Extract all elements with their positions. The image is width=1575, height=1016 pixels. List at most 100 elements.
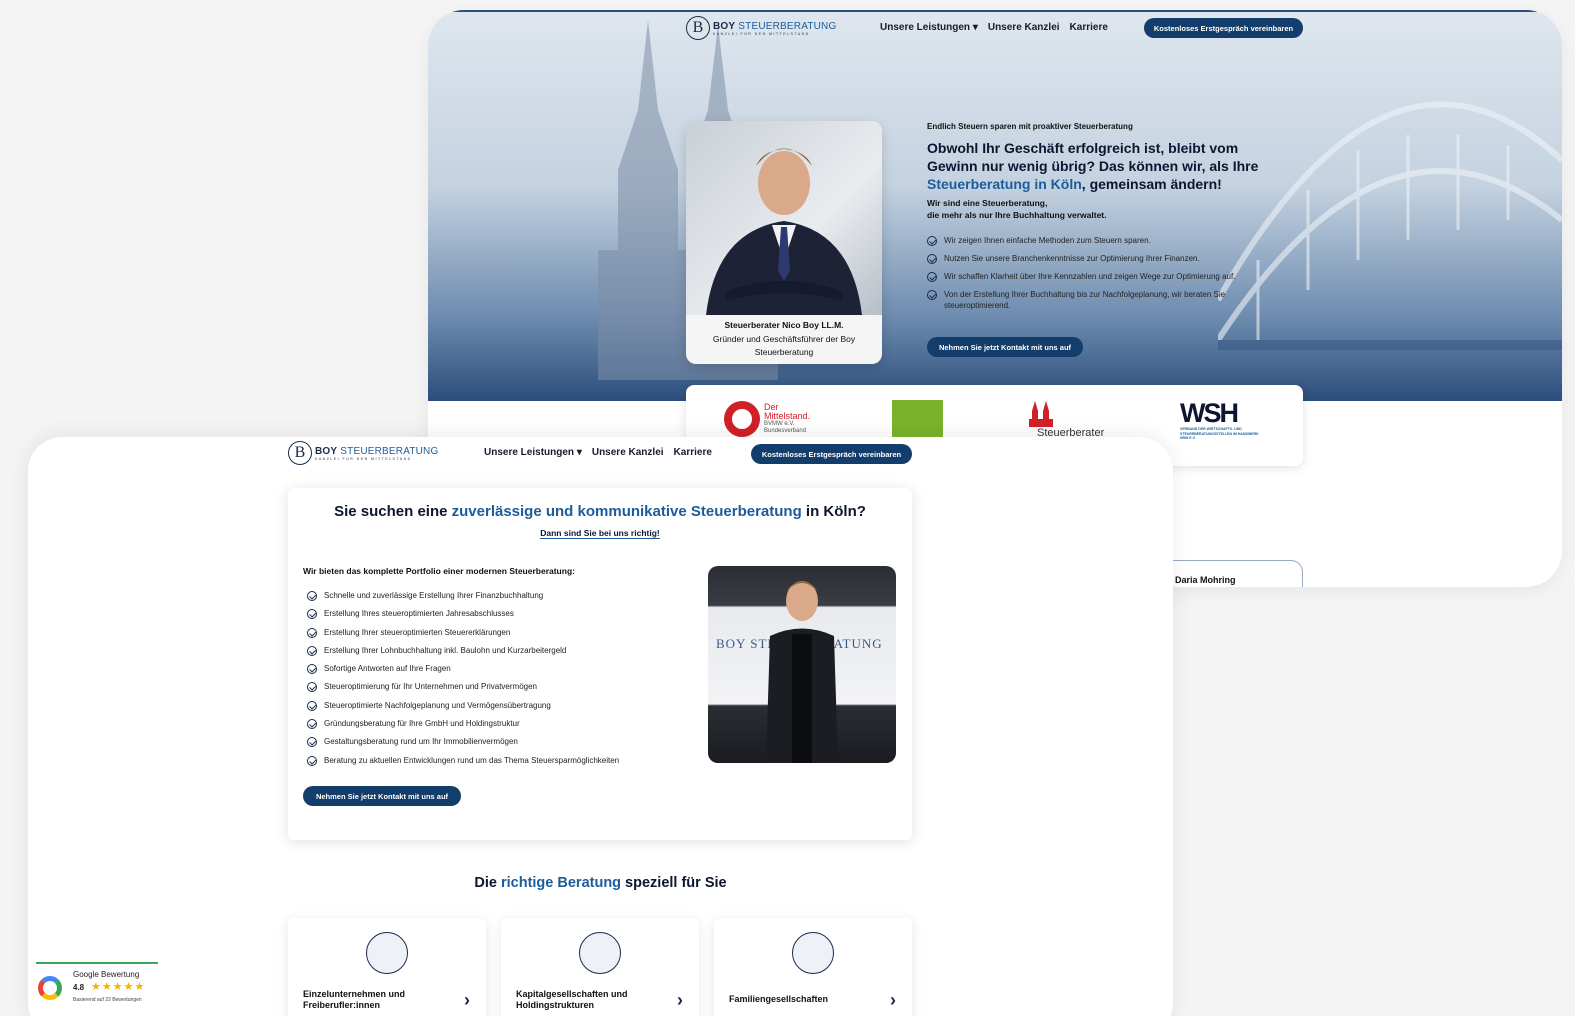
intro-contact-button[interactable]: Nehmen Sie jetzt Kontakt mit uns auf bbox=[303, 786, 461, 806]
list-item: Sofortige Antworten auf Ihre Fragen bbox=[307, 663, 619, 675]
founder-caption: Steuerberater Nico Boy LL.M. Gründer und… bbox=[686, 319, 882, 360]
services-list: Schnelle und zuverlässige Erstellung Ihr… bbox=[307, 590, 619, 766]
list-item: Gründungsberatung für Ihre GmbH und Hold… bbox=[307, 718, 619, 730]
list-item-text: Beratung zu aktuellen Entwicklungen rund… bbox=[324, 755, 620, 765]
list-item-text: Erstellung Ihrer Lohnbuchhaltung inkl. B… bbox=[324, 645, 567, 655]
logo-rest: STEUERBERATUNG bbox=[340, 445, 439, 457]
logo-rest: STEUERBERATUNG bbox=[738, 20, 837, 32]
intro-heading-part1: Sie suchen eine bbox=[334, 503, 452, 520]
service-card-label: Einzelunternehmen und Freiberufler:innen bbox=[303, 989, 405, 1011]
mittelstand-line4: Bundesverband bbox=[764, 428, 807, 434]
service-label-line1: Einzelunternehmen und bbox=[303, 989, 406, 999]
header-cta-button[interactable]: Kostenloses Erstgespräch vereinbaren bbox=[751, 444, 912, 464]
list-item-text: Steueroptimierte Nachfolgeplanung und Ve… bbox=[324, 700, 551, 710]
intro-list-title: Wir bieten das komplette Portfolio einer… bbox=[303, 566, 575, 576]
caret-down-icon: ▾ bbox=[576, 447, 582, 458]
list-item-text: Wir zeigen Ihnen einfache Methoden zum S… bbox=[944, 236, 1151, 245]
list-item-text: Wir schaffen Klarheit über Ihre Kennzahl… bbox=[944, 272, 1236, 281]
list-item-text: Erstellung Ihrer steueroptimierten Steue… bbox=[324, 627, 511, 637]
service-label-line1: Kapitalgesellschaften und bbox=[516, 989, 628, 999]
list-item: Erstellung Ihrer Lohnbuchhaltung inkl. B… bbox=[307, 645, 619, 656]
intro-subheading-text: Dann sind Sie bei uns richtig! bbox=[540, 528, 660, 539]
nav-item-karriere[interactable]: Karriere bbox=[1070, 22, 1108, 33]
header-cta-button[interactable]: Kostenloses Erstgespräch vereinbaren bbox=[1144, 18, 1303, 38]
google-g-icon bbox=[38, 976, 62, 1000]
logo-mittelstand[interactable]: Der Mittelstand. BVMW e.V. Bundesverband bbox=[724, 401, 810, 437]
nav-item-leistungen[interactable]: Unsere Leistungen ▾ bbox=[484, 447, 582, 458]
hero-headline: Obwohl Ihr Geschäft erfolgreich ist, ble… bbox=[927, 139, 1277, 193]
service-card-label: Familiengesellschaften bbox=[729, 994, 828, 1005]
check-circle-icon bbox=[307, 700, 317, 711]
google-rating-badge[interactable]: Google Bewertung 4.8 ★★★★★ Basierend auf… bbox=[36, 962, 161, 1010]
service-card-label: Kapitalgesellschaften und Holdingstruktur… bbox=[516, 989, 628, 1011]
list-item: Erstellung Ihrer steueroptimierten Steue… bbox=[307, 627, 619, 638]
hero-lead-line1: Wir sind eine Steuerberatung, bbox=[927, 198, 1048, 208]
founder-role: Gründer und Geschäftsführer der Boy Steu… bbox=[712, 333, 856, 358]
office-photo: BOY STEUERBERATUNG bbox=[708, 566, 896, 763]
list-item-text: Schnelle und zuverlässige Erstellung Ihr… bbox=[324, 591, 544, 600]
wsh-subtext: VERBAND DER WIRTSCHAFTS- UND STEUERBERAT… bbox=[1180, 427, 1259, 440]
list-item: Wir zeigen Ihnen einfache Methoden zum S… bbox=[927, 235, 1277, 246]
check-circle-icon bbox=[307, 755, 317, 766]
testimonial-card: Daria Mohring bbox=[1160, 560, 1303, 587]
main-nav: Unsere Leistungen ▾ Unsere Kanzlei Karri… bbox=[880, 22, 1108, 33]
hero-eyebrow: Endlich Steuern sparen mit proaktiver St… bbox=[927, 122, 1133, 131]
google-title: Google Bewertung bbox=[73, 970, 140, 979]
nav-item-kanzlei[interactable]: Unsere Kanzlei bbox=[592, 447, 664, 458]
check-circle-icon bbox=[307, 591, 317, 601]
check-circle-icon bbox=[927, 236, 937, 246]
founder-card: Steuerberater Nico Boy LL.M. Gründer und… bbox=[686, 121, 882, 364]
check-circle-icon bbox=[307, 682, 317, 693]
services-heading-part1: Die bbox=[474, 875, 501, 891]
logo-steuerberater[interactable]: Steuerberater bbox=[1029, 401, 1119, 439]
hero-headline-part2: , gemeinsam ändern! bbox=[1081, 176, 1222, 192]
list-item-text: Erstellung Ihres steueroptimierten Jahre… bbox=[324, 609, 514, 619]
office-building-icon bbox=[579, 932, 621, 974]
mittelstand-line2: Mittelstand. bbox=[764, 411, 811, 421]
caret-down-icon: ▾ bbox=[972, 22, 978, 33]
hero-lead-line2: die mehr als nur Ihre Buchhaltung verwal… bbox=[927, 210, 1107, 220]
logo-text: BOY STEUERBERATUNG bbox=[315, 446, 438, 457]
chevron-right-icon: › bbox=[890, 990, 896, 1010]
logo-tagline: KANZLEI FÜR DEN MITTELSTAND bbox=[315, 456, 412, 461]
list-item: Wir schaffen Klarheit über Ihre Kennzahl… bbox=[927, 271, 1277, 282]
wsh-text: WSH bbox=[1180, 398, 1239, 428]
check-circle-icon bbox=[307, 664, 317, 675]
list-item: Nutzen Sie unsere Branchenkenntnisse zur… bbox=[927, 253, 1277, 264]
hero-headline-part1: Obwohl Ihr Geschäft erfolgreich ist, ble… bbox=[927, 140, 1259, 174]
chevron-right-icon: › bbox=[677, 990, 683, 1010]
founder-figure bbox=[706, 148, 862, 315]
hero-contact-button[interactable]: Nehmen Sie jetzt Kontakt mit uns auf bbox=[927, 337, 1083, 357]
mittelstand-line3: BVMW e.V. bbox=[764, 421, 795, 427]
intro-card: Sie suchen eine zuverlässige und kommuni… bbox=[288, 488, 912, 840]
list-item: Beratung zu aktuellen Entwicklungen rund… bbox=[307, 755, 619, 766]
nav-item-karriere[interactable]: Karriere bbox=[674, 447, 712, 458]
nav-item-leistungen[interactable]: Unsere Leistungen ▾ bbox=[880, 22, 978, 33]
brand-logo[interactable]: B BOY STEUERBERATUNG KANZLEI FÜR DEN MIT… bbox=[288, 441, 438, 465]
hero-headline-highlight: Steuerberatung in Köln bbox=[927, 176, 1082, 192]
check-circle-icon bbox=[927, 290, 937, 300]
logo-text: BOY STEUERBERATUNG bbox=[713, 21, 836, 32]
check-circle-icon bbox=[307, 737, 317, 748]
cathedral-logo-icon bbox=[1029, 401, 1053, 427]
service-label-line2: Freiberufler:innen bbox=[303, 1000, 381, 1010]
google-rating: 4.8 bbox=[73, 983, 85, 992]
service-card-einzelunternehmen[interactable]: Einzelunternehmen und Freiberufler:innen … bbox=[288, 918, 486, 1016]
nav-item-kanzlei[interactable]: Unsere Kanzlei bbox=[988, 22, 1060, 33]
chevron-right-icon: › bbox=[464, 990, 470, 1010]
hero-bullets: Wir zeigen Ihnen einfache Methoden zum S… bbox=[927, 235, 1277, 311]
brand-logo[interactable]: B BOY STEUERBERATUNG KANZLEI FÜR DEN MIT… bbox=[686, 16, 836, 40]
list-item-text: Sofortige Antworten auf Ihre Fragen bbox=[324, 664, 451, 674]
service-card-familiengesellschaften[interactable]: Familiengesellschaften › bbox=[714, 918, 912, 1016]
logo-mark: B bbox=[288, 441, 312, 465]
logo-wsh[interactable]: WSH VERBAND DER WIRTSCHAFTS- UND STEUERB… bbox=[1180, 399, 1260, 441]
advisor-figure bbox=[766, 581, 838, 763]
nav-label: Unsere Leistungen bbox=[484, 447, 575, 458]
service-card-kapitalgesellschaften[interactable]: Kapitalgesellschaften und Holdingstruktur… bbox=[501, 918, 699, 1016]
services-heading-highlight: richtige Beratung bbox=[500, 875, 622, 891]
list-item-text: Nutzen Sie unsere Branchenkenntnisse zur… bbox=[944, 254, 1200, 263]
green-partner-logo[interactable] bbox=[892, 400, 943, 438]
badge-top-line bbox=[36, 962, 158, 964]
service-label-line2: Holdingstrukturen bbox=[516, 1000, 594, 1010]
logo-mark: B bbox=[686, 16, 710, 40]
